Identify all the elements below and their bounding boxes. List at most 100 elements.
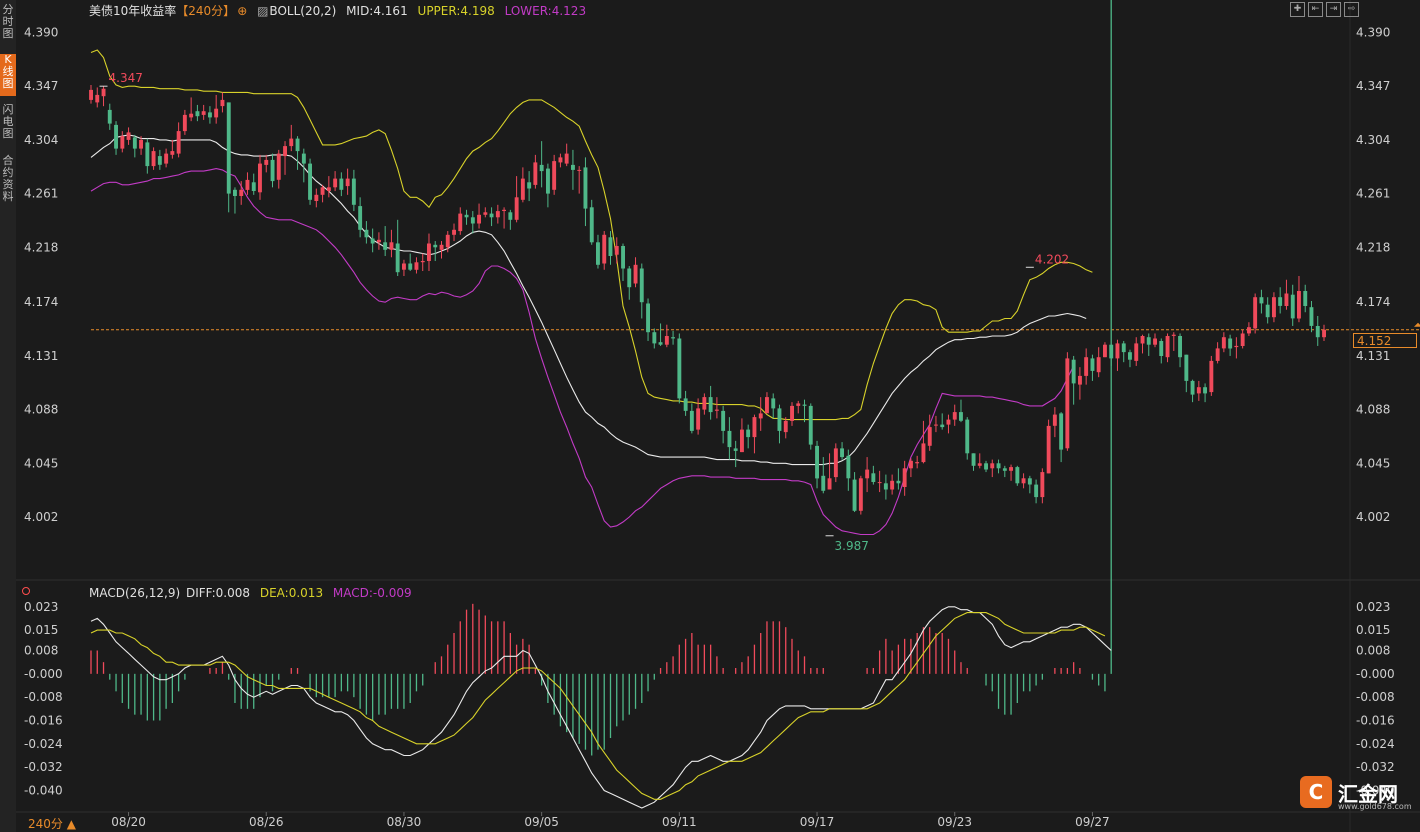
candle-body [320,187,325,195]
candle-body [201,111,206,115]
candle-body [852,479,857,511]
boll-mid: MID:4.161 [346,4,408,18]
macd-y-tick-left: -0.024 [24,737,63,751]
y-tick-left: 4.045 [24,456,58,470]
candle-body [1209,360,1214,393]
candle-body [502,209,506,211]
candle-body [1115,343,1120,359]
candle-body [777,408,782,431]
y-tick-left: 4.002 [24,510,58,524]
candle-body [520,178,525,200]
candle-body [1278,297,1283,306]
crosshair-icon[interactable]: ✚ [1290,2,1305,17]
macd-y-tick-left: -0.008 [24,690,63,704]
candle-body [1128,352,1132,360]
macd-y-tick-right: 0.023 [1356,600,1390,614]
period-tag[interactable]: 【240分】 [176,4,235,18]
candle-body [132,137,137,149]
macd-settings-icon[interactable] [22,587,30,595]
candle-body [833,448,838,478]
candle-body [683,398,688,411]
current-price-arrow [1414,322,1420,327]
period-selector[interactable]: 240分 ▲ [28,815,76,832]
y-tick-right: 4.261 [1356,187,1390,201]
candle-body [558,157,563,163]
candle-body [689,410,694,431]
candle-body [270,159,275,182]
candle-body [126,132,131,140]
x-tick-label: 08/20 [111,815,146,829]
candle-body [1184,354,1189,381]
kline-chart[interactable]: 4.390 4.390 4.347 4.347 4.304 4.304 4.261 4.261… [0,0,1420,832]
candle-body [1259,297,1264,304]
candle-body [946,419,951,425]
candle-body [952,412,957,420]
candle-body [671,337,675,339]
candle-body [577,169,582,171]
candle-body [195,111,200,117]
candle-body [477,214,481,224]
y-tick-right: 4.304 [1356,133,1390,147]
candle-body [821,475,826,491]
y-tick-right: 4.390 [1356,25,1390,39]
candle-body [871,473,876,482]
candle-body [702,397,707,410]
candle-body [464,214,469,218]
macd-legend: MACD(26,12,9) DIFF:0.008 DEA:0.013 MACD:… [89,586,418,600]
zoom-in-icon[interactable]: ⇤ [1308,2,1323,17]
candle-body [1071,359,1076,384]
macd-y-tick-left: -0.032 [24,760,63,774]
candle-body [596,242,600,265]
candle-body [858,478,863,511]
y-tick-right: 4.002 [1356,510,1390,524]
candle-body [827,478,832,490]
candle-body [1090,358,1095,371]
candle-body [608,237,613,256]
candle-body [120,136,125,149]
candle-body [389,242,394,250]
scroll-end-icon[interactable]: ⇨ [1344,2,1359,17]
candle-body [1052,414,1057,426]
chart-toolbar: ✚ ⇤ ⇥ ⇨ [1290,2,1359,17]
candle-body [308,163,312,200]
candle-body [295,138,300,152]
candle-body [1021,478,1026,484]
candle-body [696,408,701,430]
candle-body [101,88,106,97]
candle-body [226,102,231,194]
candle-body [283,146,287,157]
candle-body [1121,343,1126,353]
candle-body [902,468,907,487]
candle-body [589,207,594,243]
candle-body [1153,338,1157,345]
candle-body [552,161,557,190]
candle-body [639,268,644,303]
candle-body [176,131,181,154]
candle-body [934,424,938,426]
extreme-label: 4.347 [109,71,143,85]
candle-body [233,189,237,196]
candle-body [1203,387,1207,394]
candle-body [1015,467,1020,484]
y-tick-right: 4.088 [1356,403,1390,417]
candle-body [808,405,813,445]
candle-body [614,246,619,255]
x-tick-label: 09/11 [662,815,697,829]
candle-body [189,113,194,118]
candle-body [1002,468,1007,471]
candle-body [646,303,650,333]
zoom-out-icon[interactable]: ⇥ [1326,2,1341,17]
candle-body [752,417,757,438]
candle-body [470,217,475,224]
candle-body [940,424,945,428]
candle-body [677,338,682,399]
target-icon[interactable]: ⊕ [237,4,247,18]
candle-body [452,229,456,235]
candle-body [258,163,262,193]
macd-y-tick-left: 0.015 [24,623,58,637]
instrument-name: 美债10年收益率 [89,4,177,18]
candle-body [571,164,575,170]
y-tick-left: 4.218 [24,240,58,254]
macd-value: MACD:-0.009 [332,586,412,600]
candle-body [1234,345,1239,348]
